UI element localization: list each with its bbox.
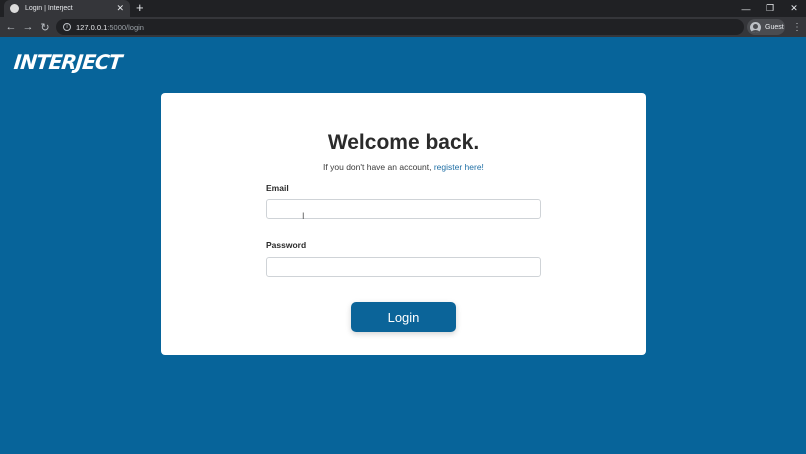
browser-toolbar: ← → ↻ i 127.0.0.1:5000/login Guest <box>0 17 806 37</box>
url-path: :5000/login <box>107 22 144 32</box>
register-link[interactable]: register here! <box>434 162 484 172</box>
minimize-button[interactable]: — <box>734 0 758 17</box>
window-close-button[interactable]: ✕ <box>782 0 806 17</box>
new-tab-button[interactable]: + <box>136 1 144 15</box>
address-bar[interactable]: i 127.0.0.1:5000/login <box>56 19 744 35</box>
site-logo[interactable]: INTERJECT <box>13 50 123 74</box>
email-label: Email <box>266 183 289 193</box>
password-field[interactable] <box>266 257 541 277</box>
profile-label: Guest <box>765 23 784 31</box>
browser-menu-icon[interactable]: ⋮ <box>792 22 802 34</box>
register-prompt-text: If you don't have an account, <box>323 162 432 172</box>
register-prompt: If you don't have an account, register h… <box>161 162 646 172</box>
password-label: Password <box>266 240 307 250</box>
page-title: Welcome back. <box>327 131 480 154</box>
avatar-icon <box>750 21 761 33</box>
globe-icon <box>10 4 19 13</box>
text-cursor-icon: I <box>302 211 305 221</box>
forward-icon[interactable]: → <box>20 19 36 35</box>
url-host: 127.0.0.1 <box>76 22 108 32</box>
tab-close-icon[interactable]: ✕ <box>116 4 124 13</box>
tab-title: Login | Interject <box>25 5 73 12</box>
info-icon[interactable]: i <box>63 23 71 31</box>
browser-tab-strip: Login | Interject ✕ + — ❐ ✕ <box>0 0 806 17</box>
login-button[interactable]: Login <box>351 302 456 332</box>
login-card: Welcome back. If you don't have an accou… <box>161 93 646 355</box>
profile-button[interactable]: Guest <box>747 19 785 35</box>
email-field[interactable] <box>266 199 541 219</box>
back-icon[interactable]: ← <box>3 19 19 35</box>
browser-tab[interactable]: Login | Interject ✕ <box>4 0 130 17</box>
reload-icon[interactable]: ↻ <box>37 19 53 35</box>
restore-button[interactable]: ❐ <box>758 0 782 17</box>
